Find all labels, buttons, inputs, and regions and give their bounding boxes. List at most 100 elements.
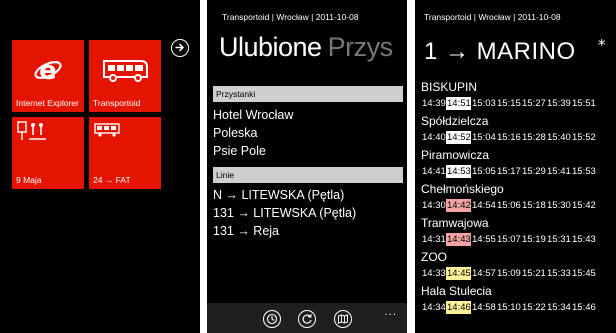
departure-times-row: 14:39 14:51 15:03 15:15 15:27 15:39 15:51: [421, 97, 596, 110]
bus-icon: [103, 60, 148, 82]
stop-name[interactable]: BISKUPIN: [421, 80, 477, 94]
tile-stop-9-maja[interactable]: 9 Maja: [12, 117, 84, 189]
tile-label: 9 Maja: [16, 175, 42, 185]
departure-time: 14:40: [422, 132, 446, 143]
departure-time: 15:27: [522, 98, 546, 109]
departure-time: 15:05: [472, 166, 496, 177]
refresh-button[interactable]: [298, 310, 316, 328]
departure-times-row: 14:41 14:53 15:05 15:17 15:29 15:41 15:53: [421, 165, 596, 178]
more-options-button[interactable]: ...: [384, 307, 397, 318]
map-button[interactable]: [334, 310, 352, 328]
departure-time: 15:07: [497, 234, 521, 245]
tile-label: Internet Explorer: [16, 98, 79, 108]
departure-time: 15:31: [547, 234, 571, 245]
favorite-stop-item[interactable]: Psie Pole: [213, 144, 266, 158]
svg-text:e: e: [39, 56, 57, 85]
departure-times-row: 14:34 14:46 14:58 15:10 15:22 15:34 15:46: [421, 301, 596, 314]
departure-time: 15:15: [497, 98, 521, 109]
map-icon: [338, 314, 348, 324]
departure-time: 15:10: [497, 302, 521, 313]
all-apps-arrow-button[interactable]: [171, 39, 189, 57]
lines-section-header: Linie: [213, 167, 403, 183]
stop-name[interactable]: Tramwajowa: [421, 216, 489, 230]
app-title: Transportoid | Wrocław | 2011-10-08: [424, 12, 561, 22]
departure-times-row: 14:30 14:42 14:54 15:06 15:18 15:30 15:42: [421, 199, 596, 212]
favorite-stop-item[interactable]: Hotel Wrocław: [213, 108, 293, 122]
departure-times-row: 14:31 14:43 14:55 15:07 15:19 15:31 15:43: [421, 233, 596, 246]
departure-time: 15:51: [572, 98, 596, 109]
stop-name[interactable]: ZOO: [421, 250, 447, 264]
next-departure-time: 14:52: [446, 131, 471, 144]
application-bar: ...: [207, 303, 407, 333]
favorite-line-item[interactable]: 131 → Reja: [213, 224, 279, 238]
tile-transportoid[interactable]: Transportoid: [89, 40, 161, 112]
departure-time: 15:30: [547, 200, 571, 211]
favorite-star-icon[interactable]: *: [598, 36, 606, 54]
departure-time: 15:42: [572, 200, 596, 211]
favorite-line-item[interactable]: N → LITEWSKA (Pętla): [213, 188, 344, 202]
departure-time: 14:39: [422, 98, 446, 109]
departure-time: 15:34: [547, 302, 571, 313]
departure-time: 15:09: [497, 268, 521, 279]
favorite-line-item[interactable]: 131 → LITEWSKA (Pętla): [213, 206, 356, 220]
pivot-item-favorites[interactable]: Ulubione: [219, 32, 322, 62]
favorites-screen: Transportoid | Wrocław | 2011-10-08 Ulub…: [207, 0, 407, 333]
departure-time: 14:58: [472, 302, 496, 313]
departure-time: 15:18: [522, 200, 546, 211]
departure-time: 15:28: [522, 132, 546, 143]
departure-time: 14:34: [422, 302, 446, 313]
next-departure-time: 14:45: [446, 267, 471, 280]
favorite-stop-item[interactable]: Poleska: [213, 126, 257, 140]
next-departure-time: 14:46: [446, 301, 471, 314]
clock-icon: [266, 313, 278, 325]
start-screen: e Internet Explorer Transportoid 9 Maja: [0, 0, 200, 333]
internet-explorer-icon: e: [34, 56, 62, 85]
departure-time: 15:03: [472, 98, 496, 109]
departure-time: 14:57: [472, 268, 496, 279]
departure-time: 14:30: [422, 200, 446, 211]
stop-name[interactable]: Hala Stulecia: [421, 284, 492, 298]
next-departure-time: 14:42: [446, 199, 471, 212]
next-departure-time: 14:53: [446, 165, 471, 178]
departure-time: 15:46: [572, 302, 596, 313]
departure-time: 14:33: [422, 268, 446, 279]
route-title: 1 → MARINO: [424, 38, 576, 65]
stop-name[interactable]: Spółdzielcza: [421, 114, 488, 128]
departure-time: 15:41: [547, 166, 571, 177]
stops-section-header: Przystanki: [213, 86, 403, 102]
departure-time: 15:52: [572, 132, 596, 143]
departure-time: 15:21: [522, 268, 546, 279]
refresh-icon: [302, 314, 312, 324]
timetable-screen: Transportoid | Wrocław | 2011-10-08 1 → …: [415, 0, 616, 333]
next-departure-time: 14:51: [446, 97, 471, 110]
departure-time: 15:53: [572, 166, 596, 177]
app-title: Transportoid | Wrocław | 2011-10-08: [222, 12, 359, 22]
departure-time: 15:29: [522, 166, 546, 177]
pivot-item-stops[interactable]: Przys: [328, 32, 394, 62]
departure-time: 15:40: [547, 132, 571, 143]
next-departure-time: 14:43: [446, 233, 471, 246]
departure-time: 14:31: [422, 234, 446, 245]
tile-internet-explorer[interactable]: e Internet Explorer: [12, 40, 84, 112]
departure-times-row: 14:33 14:45 14:57 15:09 15:21 15:33 15:45: [421, 267, 596, 280]
clock-button[interactable]: [263, 310, 281, 328]
departure-time: 15:17: [497, 166, 521, 177]
departure-time: 14:55: [472, 234, 496, 245]
departure-time: 15:22: [522, 302, 546, 313]
stop-name[interactable]: Chełmońskiego: [421, 182, 504, 196]
tile-label: Transportoid: [93, 98, 141, 108]
departure-time: 15:19: [522, 234, 546, 245]
bus-stop-icon: [17, 121, 46, 140]
arrow-right-icon: [175, 43, 185, 52]
departure-time: 15:06: [497, 200, 521, 211]
departure-time: 15:33: [547, 268, 571, 279]
departure-time: 15:39: [547, 98, 571, 109]
tile-route-24-fat[interactable]: 24 → FAT: [89, 117, 161, 189]
stop-name[interactable]: Piramowicza: [421, 148, 489, 162]
departure-time: 15:43: [572, 234, 596, 245]
tile-label: 24 → FAT: [93, 175, 131, 185]
pivot-header: Ulubione Przys: [219, 32, 393, 63]
departure-time: 15:04: [472, 132, 496, 143]
departure-time: 15:16: [497, 132, 521, 143]
departure-time: 15:45: [572, 268, 596, 279]
